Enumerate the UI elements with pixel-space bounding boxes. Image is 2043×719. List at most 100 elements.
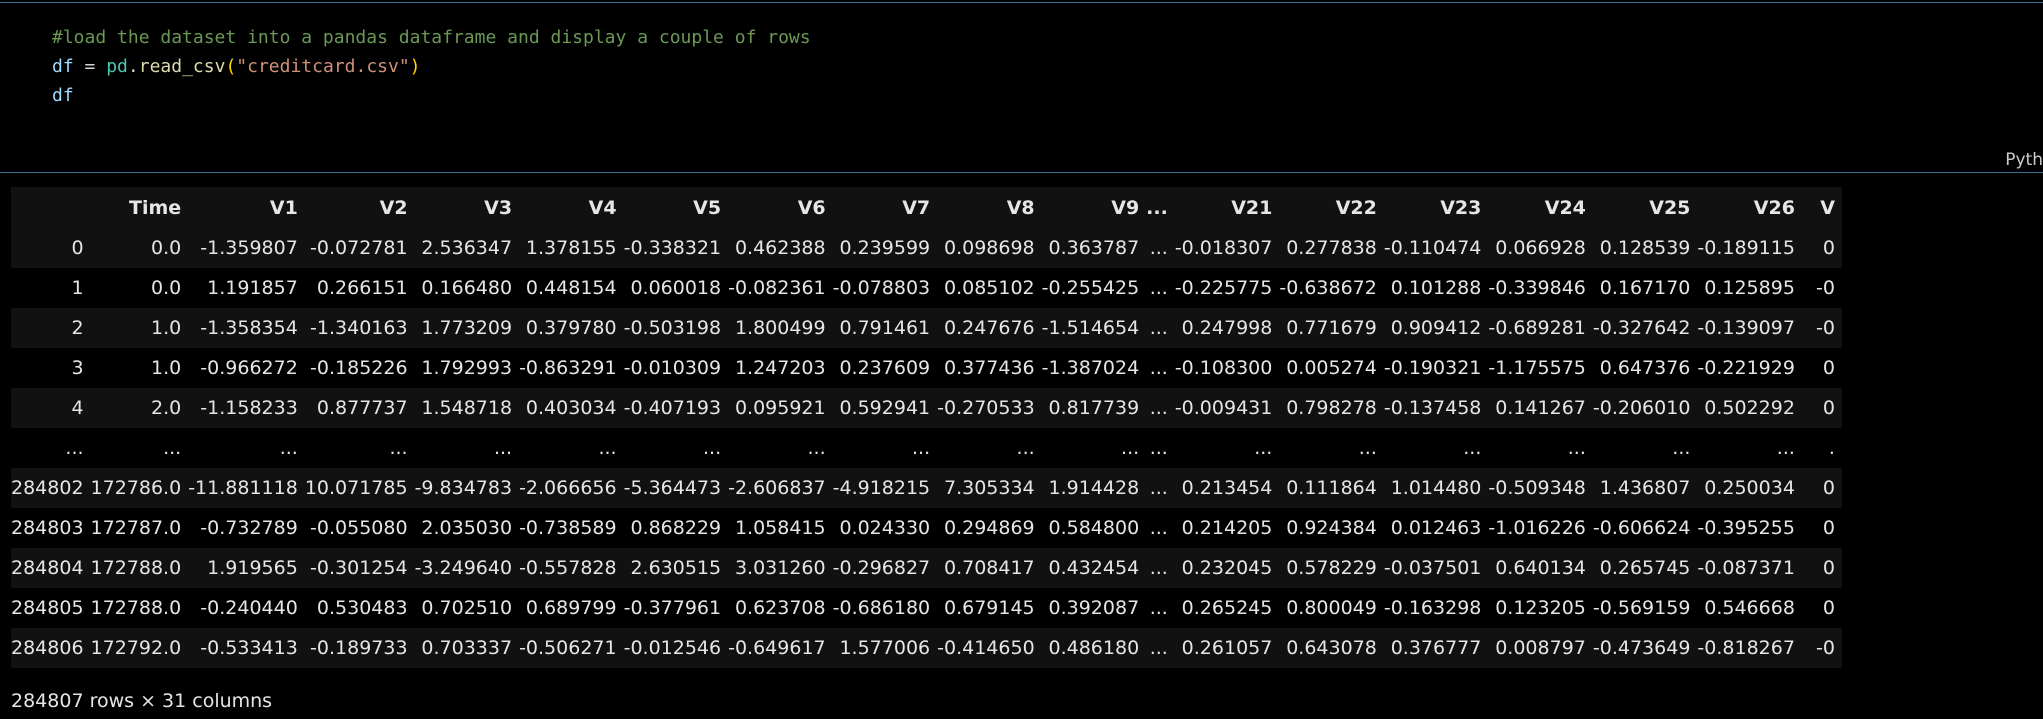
table-cell: 2.536347 <box>421 237 513 259</box>
table-cell: ... <box>807 437 826 459</box>
table-cell: ... <box>1149 557 1168 579</box>
table-cell: -1.358354 <box>200 317 298 339</box>
table-cell: 0.462388 <box>734 237 826 259</box>
table-cell: 2.0 <box>150 397 182 419</box>
table-cell: 0.800049 <box>1286 597 1377 619</box>
table-cell: 10.071785 <box>304 477 408 499</box>
table-cell: -0.240440 <box>200 597 298 619</box>
table-cell: ... <box>1149 477 1168 499</box>
table-cell: -0.557828 <box>519 557 617 579</box>
code-token: #load the dataset into a pandas datafram… <box>52 27 811 48</box>
table-cell: -0.189733 <box>310 637 408 659</box>
table-cell: -0.407193 <box>623 397 722 419</box>
table-cell: 0.432454 <box>1048 557 1140 579</box>
table-cell: -0 <box>1815 277 1835 299</box>
table-row: 1 0.0 1.191857 0.266151 0.166480 0.448154 0.06… <box>11 268 1842 308</box>
table-cell: 1.436807 <box>1599 477 1691 499</box>
table-cell: -0 <box>1815 637 1835 659</box>
table-cell: -4.918215 <box>832 477 931 499</box>
table-cell: 0.909412 <box>1390 317 1482 339</box>
table-cell: -0.506271 <box>519 637 617 659</box>
table-cell: 0.166480 <box>421 277 513 299</box>
table-cell: -0.037501 <box>1383 557 1482 579</box>
table-cell: ... <box>1567 437 1586 459</box>
column-header: V6 <box>728 187 833 228</box>
table-cell: -0.270533 <box>937 397 1035 419</box>
table-cell: 0.265245 <box>1181 597 1273 619</box>
table-cell: -0.301254 <box>310 557 408 579</box>
code-cell[interactable]: #load the dataset into a pandas datafram… <box>0 3 2043 172</box>
table-cell: 172792.0 <box>90 637 182 659</box>
table-cell: -3.249640 <box>414 557 513 579</box>
table-cell: 0.294869 <box>943 517 1035 539</box>
table-cell: 0.363787 <box>1048 237 1140 259</box>
table-cell: 0.703337 <box>421 637 513 659</box>
table-cell: -0.414650 <box>937 637 1035 659</box>
table-cell: ... <box>1149 237 1168 259</box>
table-cell: 1.548718 <box>421 397 513 419</box>
table-cell: 0.060018 <box>630 277 722 299</box>
table-cell: -0.818267 <box>1697 637 1795 659</box>
code-token: . <box>127 56 139 77</box>
column-header: V22 <box>1279 187 1384 228</box>
column-header: V25 <box>1592 187 1698 228</box>
table-cell: -11.881118 <box>188 477 298 499</box>
table-cell: 0.584800 <box>1048 517 1140 539</box>
index-header <box>11 187 91 228</box>
table-cell: -0.255425 <box>1041 277 1140 299</box>
table-cell: 0 <box>1822 557 1835 579</box>
table-cell: 0 <box>1822 397 1835 419</box>
table-cell: -0.473649 <box>1592 637 1691 659</box>
table-cell: 0.128539 <box>1599 237 1691 259</box>
column-header: V4 <box>519 187 624 228</box>
table-cell: 172787.0 <box>90 517 182 539</box>
table-cell: 0.214205 <box>1181 517 1273 539</box>
table-cell: 0.403034 <box>525 397 617 419</box>
table-cell: 0.486180 <box>1048 637 1140 659</box>
table-cell: 0.247998 <box>1181 317 1273 339</box>
table-cell: 0.239599 <box>839 237 931 259</box>
table-cell: -1.016226 <box>1488 517 1586 539</box>
table-cell: -1.158233 <box>200 397 298 419</box>
table-cell: 0.066928 <box>1495 237 1586 259</box>
table-cell: 0 <box>1822 237 1835 259</box>
table-cell: 0.0 <box>150 237 182 259</box>
table-cell: 0.546668 <box>1704 597 1795 619</box>
code-token: df <box>52 56 74 77</box>
table-cell: ... <box>163 437 182 459</box>
table-cell: -0.082361 <box>728 277 826 299</box>
table-cell: 2.035030 <box>421 517 513 539</box>
row-index: 284803 <box>11 517 84 539</box>
table-cell: 0.877737 <box>316 397 408 419</box>
table-cell: -2.606837 <box>728 477 826 499</box>
table-cell: ... <box>1149 317 1168 339</box>
table-cell: 7.305334 <box>943 477 1035 499</box>
table-row: 284805 172788.0 -0.240440 0.530483 0.702510 0… <box>11 588 1842 628</box>
column-header: Time <box>90 187 189 228</box>
table-cell: 1.919565 <box>207 557 298 579</box>
table-cell: -0.503198 <box>623 317 722 339</box>
code-line[interactable]: #load the dataset into a pandas datafram… <box>52 23 811 52</box>
column-header: V9 <box>1041 187 1147 228</box>
cell-language-label[interactable]: Pyth <box>2005 150 2043 170</box>
table-cell: -0.649617 <box>728 637 826 659</box>
code-editor[interactable]: #load the dataset into a pandas datafram… <box>52 23 811 110</box>
table-cell: 0.578229 <box>1286 557 1377 579</box>
code-line[interactable]: df <box>52 81 811 110</box>
table-cell: ... <box>1016 437 1035 459</box>
table-cell: 1.914428 <box>1048 477 1140 499</box>
table-cell: ... <box>702 437 722 459</box>
table-cell: 2.630515 <box>630 557 722 579</box>
table-cell: -0.072781 <box>310 237 408 259</box>
table-cell: -0.732789 <box>200 517 298 539</box>
table-cell: -1.387024 <box>1041 357 1140 379</box>
table-row: 4 2.0 -1.158233 0.877737 1.548718 0.403034 -0.… <box>11 388 1842 428</box>
code-line[interactable]: df = pd.read_csv("creditcard.csv") <box>52 52 811 81</box>
table-cell: -0.966272 <box>200 357 298 379</box>
table-cell: 0.448154 <box>525 277 617 299</box>
table-cell: 0 <box>1822 357 1835 379</box>
table-cell: -0 <box>1815 317 1835 339</box>
table-cell: 0.266151 <box>316 277 408 299</box>
table-cell: 1.0 <box>150 317 182 339</box>
column-header: ... <box>1146 187 1175 228</box>
